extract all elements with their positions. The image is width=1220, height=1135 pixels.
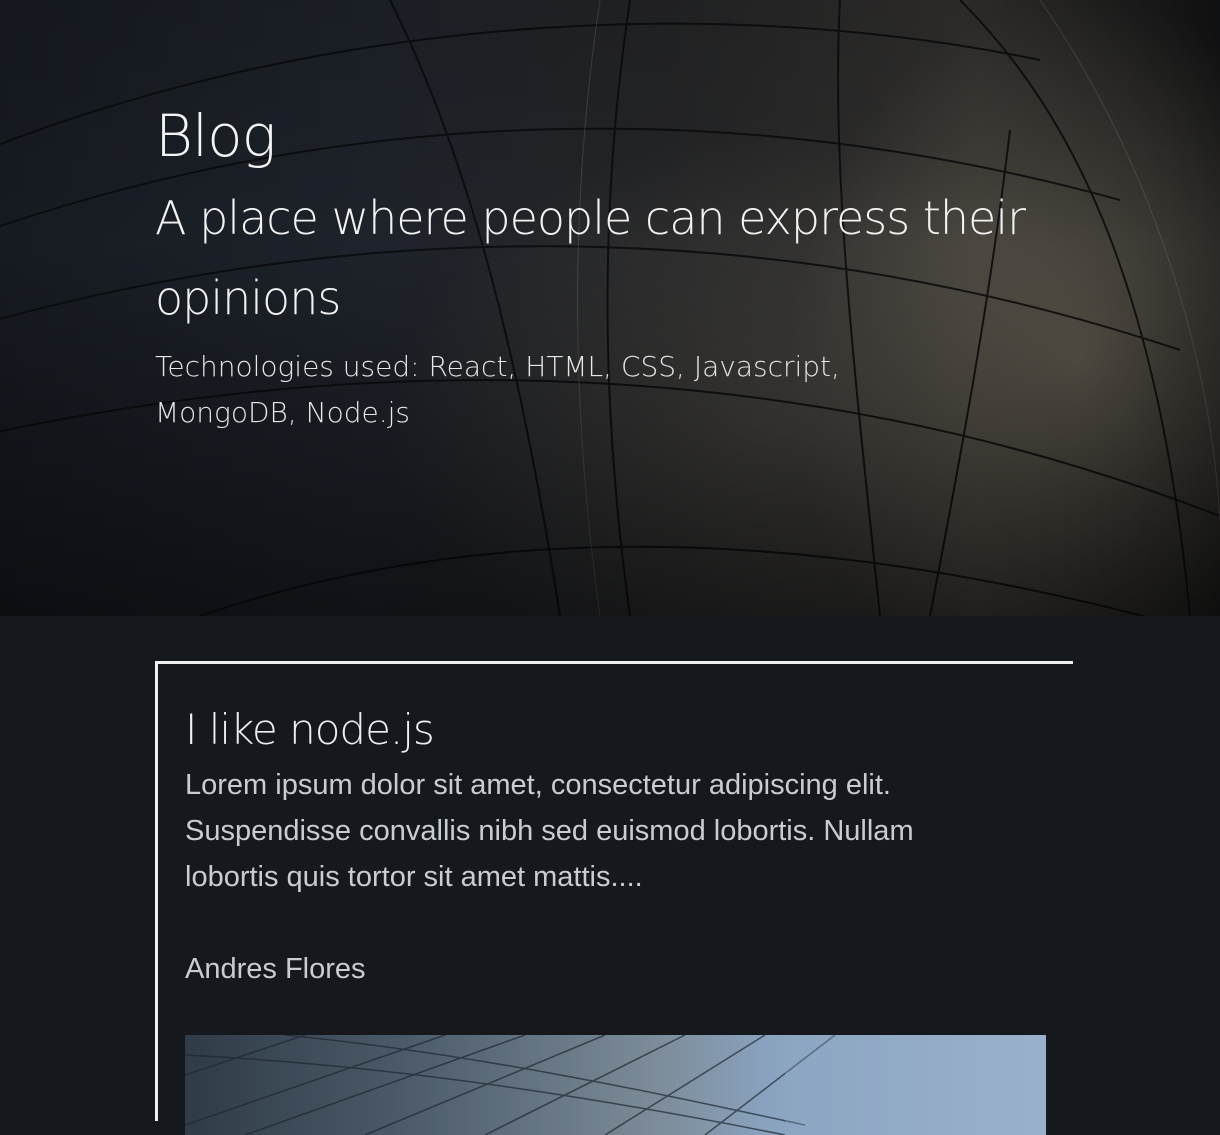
page-subtitle: A place where people can express their o… xyxy=(155,191,1026,325)
technologies-text: Technologies used: React, HTML, CSS, Jav… xyxy=(155,350,840,429)
post-excerpt: Lorem ipsum dolor sit amet, consectetur … xyxy=(185,769,914,893)
post-author: Andres Flores xyxy=(185,953,366,985)
post-image xyxy=(185,1035,1046,1135)
posts-section: I like node.js Lorem ipsum dolor sit ame… xyxy=(0,616,1220,1135)
page-title: Blog xyxy=(155,102,276,170)
hero-content: Blog A place where people can express th… xyxy=(155,98,1035,436)
hero-banner: Blog A place where people can express th… xyxy=(0,0,1220,616)
post-card[interactable]: I like node.js Lorem ipsum dolor sit ame… xyxy=(155,661,1073,1135)
post-title[interactable]: I like node.js xyxy=(185,702,435,758)
